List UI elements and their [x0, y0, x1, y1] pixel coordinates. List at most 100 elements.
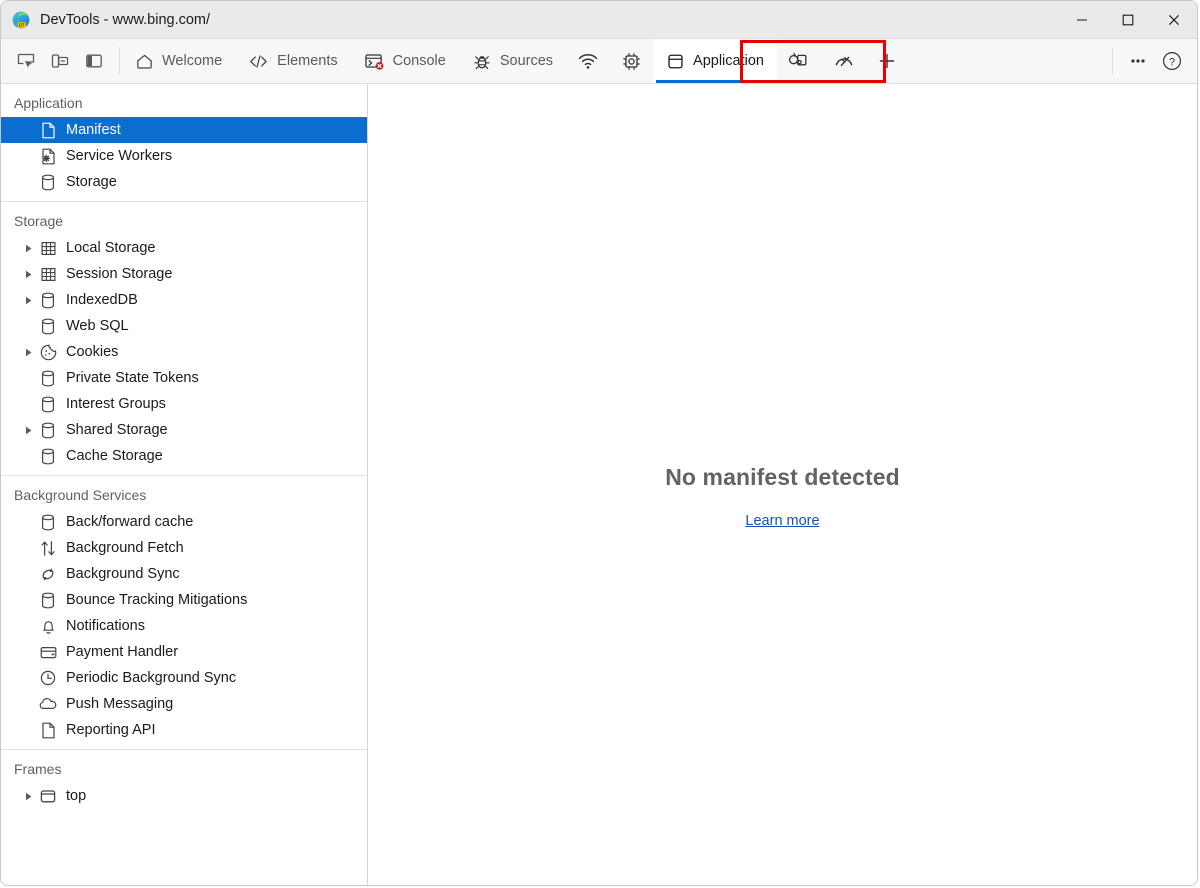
svg-text:?: ? [1169, 56, 1175, 68]
bell-icon [37, 613, 59, 639]
sidebar-item-label: Background Sync [66, 566, 180, 582]
code-brackets-icon [248, 52, 269, 71]
database-icon [37, 287, 59, 313]
twisty-icon[interactable] [21, 261, 37, 287]
cookie-icon [37, 339, 59, 365]
sidebar-item-session-storage[interactable]: Session Storage [1, 261, 367, 287]
sidebar-item-back-forward-cache[interactable]: Back/forward cache [1, 509, 367, 535]
sidebar-item-label: Session Storage [66, 266, 173, 282]
database-icon [37, 313, 59, 339]
database-icon [37, 391, 59, 417]
sidebar-item-label: Bounce Tracking Mitigations [66, 592, 248, 608]
tab-lighthouse[interactable] [821, 39, 867, 83]
sidebar-item-top-frame[interactable]: top [1, 783, 367, 809]
twisty-icon[interactable] [21, 417, 37, 443]
database-icon [37, 587, 59, 613]
left-tool-group [1, 39, 117, 83]
sync-circular-icon [37, 561, 59, 587]
section-title: Frames [14, 761, 62, 777]
more-tabs-button[interactable] [867, 39, 907, 83]
sidebar-item-label: Notifications [66, 618, 145, 634]
minimize-button[interactable] [1059, 1, 1105, 38]
sidebar-item-cookies[interactable]: Cookies [1, 339, 367, 365]
sidebar-item-label: Shared Storage [66, 422, 168, 438]
database-icon [37, 417, 59, 443]
paint-bucket-icon [788, 51, 810, 71]
sidebar-item-payment-handler[interactable]: Payment Handler [1, 639, 367, 665]
device-toggle-icon[interactable] [43, 44, 77, 78]
sidebar-item-local-storage[interactable]: Local Storage [1, 235, 367, 261]
tab-memory[interactable] [610, 39, 653, 83]
sidebar-item-notifications[interactable]: Notifications [1, 613, 367, 639]
section-title: Application [14, 95, 83, 111]
devtools-body: Application Manifest Service Workers Sto… [1, 84, 1197, 885]
tab-sources[interactable]: Sources [459, 39, 566, 83]
twisty-icon[interactable] [21, 287, 37, 313]
twisty-icon[interactable] [21, 339, 37, 365]
document-icon [37, 117, 59, 143]
sidebar-item-private-state-tokens[interactable]: Private State Tokens [1, 365, 367, 391]
tab-elements[interactable]: Elements [235, 39, 350, 83]
sidebar-item-label: Reporting API [66, 722, 156, 738]
tab-label: Application [693, 53, 764, 69]
database-icon [37, 509, 59, 535]
sidebar-item-label: Storage [66, 174, 117, 190]
sidebar-item-label: Payment Handler [66, 644, 179, 660]
tab-network[interactable] [566, 39, 610, 83]
learn-more-link[interactable]: Learn more [745, 513, 819, 529]
database-icon [37, 169, 59, 195]
maximize-button[interactable] [1105, 1, 1151, 38]
sidebar-item-periodic-background-sync[interactable]: Periodic Background Sync [1, 665, 367, 691]
tab-label: Sources [499, 53, 554, 69]
sidebar-item-storage[interactable]: Storage [1, 169, 367, 195]
sidebar-item-label: Push Messaging [66, 696, 174, 712]
sidebar-item-label: IndexedDB [66, 292, 138, 308]
console-error-icon [364, 52, 385, 71]
sidebar-item-shared-storage[interactable]: Shared Storage [1, 417, 367, 443]
twisty-icon[interactable] [21, 235, 37, 261]
database-icon [37, 365, 59, 391]
sidebar-section-storage: Storage Local Storage Session Storage In… [1, 202, 367, 476]
database-icon [37, 443, 59, 469]
sidebar-item-bounce-tracking-mitigations[interactable]: Bounce Tracking Mitigations [1, 587, 367, 613]
sidebar-item-interest-groups[interactable]: Interest Groups [1, 391, 367, 417]
sidebar-item-web-sql[interactable]: Web SQL [1, 313, 367, 339]
question-circle-icon[interactable]: ? [1155, 44, 1189, 78]
sidebar-section-application: Application Manifest Service Workers Sto… [1, 84, 367, 202]
sidebar-item-push-messaging[interactable]: Push Messaging [1, 691, 367, 717]
tab-welcome[interactable]: Welcome [122, 39, 235, 83]
inspect-cursor-icon[interactable] [9, 44, 43, 78]
sidebar-item-label: Web SQL [66, 318, 129, 334]
dock-panel-icon[interactable] [77, 44, 111, 78]
ellipsis-icon[interactable] [1121, 44, 1155, 78]
sidebar-item-reporting-api[interactable]: Reporting API [1, 717, 367, 743]
sidebar-item-label: Interest Groups [66, 396, 166, 412]
toolbar-divider [119, 47, 120, 75]
service-worker-icon [37, 143, 59, 169]
tab-label: Console [392, 53, 446, 69]
title-bar: DT DevTools - www.bing.com/ [1, 1, 1197, 39]
arrows-updown-icon [37, 535, 59, 561]
sidebar-item-background-fetch[interactable]: Background Fetch [1, 535, 367, 561]
devtools-window: DT DevTools - www.bing.com/ Welcome Elem… [0, 0, 1198, 886]
sidebar-item-indexeddb[interactable]: IndexedDB [1, 287, 367, 313]
home-icon [135, 52, 154, 71]
empty-state-title: No manifest detected [665, 464, 900, 490]
sidebar-section-background-services: Background Services Back/forward cache B… [1, 476, 367, 750]
close-button[interactable] [1151, 1, 1197, 38]
application-window-icon [666, 52, 685, 71]
sidebar-item-service-workers[interactable]: Service Workers [1, 143, 367, 169]
cloud-icon [37, 691, 59, 717]
network-wifi-icon [577, 51, 599, 71]
sidebar-item-label: Cache Storage [66, 448, 163, 464]
twisty-icon[interactable] [21, 783, 37, 809]
sidebar-item-manifest[interactable]: Manifest [1, 117, 367, 143]
lighthouse-gauge-icon [832, 51, 856, 71]
devtools-toolbar: Welcome Elements Console Sources Applica… [1, 39, 1197, 84]
sidebar-item-cache-storage[interactable]: Cache Storage [1, 443, 367, 469]
tab-paint[interactable] [777, 39, 821, 83]
tab-console[interactable]: Console [351, 39, 459, 83]
tab-application[interactable]: Application [653, 39, 777, 83]
sidebar-item-background-sync[interactable]: Background Sync [1, 561, 367, 587]
section-title: Background Services [14, 487, 147, 503]
